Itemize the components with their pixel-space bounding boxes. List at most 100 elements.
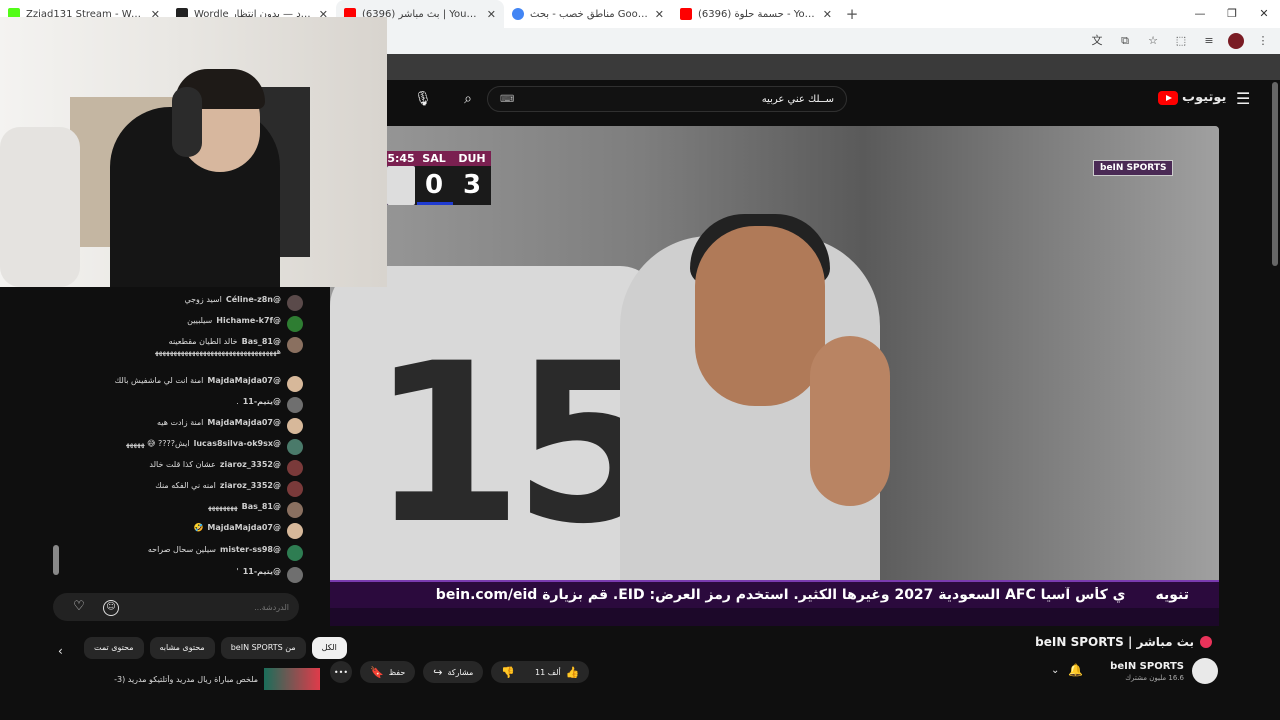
page-scrollbar[interactable] xyxy=(1272,82,1278,266)
dislike-icon[interactable]: 👎 xyxy=(491,666,525,679)
heart-icon[interactable]: ♡ xyxy=(71,600,87,616)
chat-username[interactable]: @ziaroz_3352 xyxy=(220,460,281,469)
share-label: مشاركة xyxy=(447,667,474,677)
away-score: 3 xyxy=(453,166,491,205)
chat-username[interactable]: @يتيم-11 xyxy=(243,397,281,406)
headphones-icon xyxy=(172,87,202,157)
chat-message-body: @يتيم-11. xyxy=(236,397,281,407)
chat-avatar[interactable] xyxy=(287,376,303,392)
tab-favicon-icon xyxy=(680,8,692,20)
emoji-icon[interactable]: ☺ xyxy=(103,600,119,616)
video-title: بث مباشر | beIN SPORTS xyxy=(1035,635,1212,649)
chat-text: سيلين سحال صراحه xyxy=(147,545,216,554)
chevron-down-icon[interactable]: ⌄ xyxy=(1051,665,1059,676)
chat-avatar[interactable] xyxy=(287,523,303,539)
recommended-video[interactable]: ملخص مباراة ريال مدريد وأتلتيكو مدريد (3… xyxy=(50,668,320,690)
chat-message-body: @ziaroz_3352 امنه ني الفكه منك xyxy=(155,481,281,491)
chat-username[interactable]: @MajdaMajda07 xyxy=(207,376,281,385)
save-button[interactable]: 🔖 حفظ xyxy=(360,661,416,683)
keyboard-icon[interactable]: ⌨ xyxy=(500,94,514,105)
chevron-left-icon[interactable]: ‹ xyxy=(58,644,63,658)
streamer-webcam xyxy=(0,17,387,287)
ticker-base-bar xyxy=(330,608,1219,626)
chat-username[interactable]: @Bas_81 xyxy=(242,337,281,346)
tab-close-icon[interactable]: ✕ xyxy=(823,8,832,21)
chat-username[interactable]: @lucas8silva-ok9sx xyxy=(194,439,281,448)
channel-text: beIN SPORTS 16.6 مليون مشترك xyxy=(1110,661,1184,682)
like-count: 11 ألف xyxy=(535,667,561,677)
chat-avatar[interactable] xyxy=(287,337,303,353)
chat-username[interactable]: @ziaroz_3352 xyxy=(220,481,281,490)
chat-username[interactable]: @Bas_81 xyxy=(242,502,281,511)
share-button[interactable]: ↪ مشاركة xyxy=(423,661,484,683)
channel-avatar[interactable] xyxy=(1192,658,1218,684)
tab-close-icon[interactable]: ✕ xyxy=(655,8,664,21)
search-box: ⌨ xyxy=(487,86,847,112)
minimize-button[interactable]: — xyxy=(1184,0,1216,28)
chat-avatar[interactable] xyxy=(287,316,303,332)
voice-search-icon[interactable]: 🎙 xyxy=(411,88,435,110)
chat-message-body: @lucas8silva-ok9sx ايش???? 😅 ﻬﻬﻬﻬﻬ xyxy=(126,439,281,449)
chat-avatar[interactable] xyxy=(287,481,303,497)
chat-username[interactable]: @يتيم-11 xyxy=(243,567,281,576)
chat-message: @Bas_81خالد الطيان مقطعينه ﻫﻬﻬﻬﻬﻬﻬﻬﻬﻬﻬﻬﻬ… xyxy=(81,337,303,357)
chat-username[interactable]: @MajdaMajda07 xyxy=(207,523,281,532)
bookmark-star-icon[interactable]: ☆ xyxy=(1144,32,1162,50)
translate-icon[interactable]: 文 xyxy=(1088,32,1106,50)
save-icon: 🔖 xyxy=(370,665,384,679)
chat-avatar[interactable] xyxy=(287,567,303,583)
chat-avatar[interactable] xyxy=(287,418,303,434)
chat-avatar[interactable] xyxy=(287,545,303,561)
browser-menu-icon[interactable]: ⋮ xyxy=(1254,32,1272,50)
chip-related[interactable]: محتوى مشابه xyxy=(149,637,215,659)
ticker-label: تنويه xyxy=(1155,587,1190,603)
logo-text: يوتيوب xyxy=(1182,90,1227,105)
profile-avatar[interactable] xyxy=(1228,33,1244,49)
chip-all[interactable]: الكل xyxy=(311,637,347,659)
chat-message-body: @mister-ss98 سيلين سحال صراحه xyxy=(148,545,281,555)
notification-bell-icon[interactable]: 🔔 xyxy=(1068,663,1083,677)
more-actions-button[interactable]: ••• xyxy=(330,661,352,683)
close-window-button[interactable]: ✕ xyxy=(1248,0,1280,28)
media-controls-icon[interactable]: ≡ xyxy=(1200,32,1218,50)
jersey-number-image: 15 xyxy=(370,316,666,572)
chip-watched[interactable]: محتوى تمت xyxy=(84,637,144,659)
chat-avatar[interactable] xyxy=(287,439,303,455)
maximize-button[interactable]: ❐ xyxy=(1216,0,1248,28)
browser-tab[interactable]: مناطق خصب - بحث Google ✕ xyxy=(504,0,672,28)
chat-input[interactable] xyxy=(63,602,289,612)
chat-avatar[interactable] xyxy=(287,460,303,476)
chip-from-channel[interactable]: من beIN SPORTS xyxy=(220,637,306,659)
browser-tab[interactable]: (6396) حسمة حلوة - YouTube ✕ xyxy=(672,0,840,28)
chat-message-body: @Bas_81خالد الطيان مقطعينه ﻫﻬﻬﻬﻬﻬﻬﻬﻬﻬﻬﻬﻬ… xyxy=(81,337,281,357)
cast-icon[interactable]: ⧉ xyxy=(1116,32,1134,50)
chat-username[interactable]: @Céline-z8n xyxy=(226,295,281,304)
video-player-hand xyxy=(810,336,890,506)
recommendation-chips: الكل من beIN SPORTS محتوى مشابه محتوى تم… xyxy=(84,637,347,659)
chat-username[interactable]: @MajdaMajda07 xyxy=(207,418,281,427)
chat-scrollbar[interactable] xyxy=(53,545,59,575)
chat-text: ﻬﻬﻬﻬﻬﻬﻬﻬ xyxy=(208,502,238,511)
extensions-icon[interactable]: ⬚ xyxy=(1172,32,1190,50)
news-ticker: تنويه ي كأس آسيا AFC السعودية 2027 وغيره… xyxy=(330,580,1219,608)
chat-text: 🤣 xyxy=(193,523,204,532)
chat-avatar[interactable] xyxy=(287,502,303,518)
tab-close-icon[interactable]: ✕ xyxy=(487,8,496,21)
chat-username[interactable]: @Hichame-k7f xyxy=(216,316,281,325)
chat-message: @يتيم-11. xyxy=(236,397,303,413)
chat-avatar[interactable] xyxy=(287,295,303,311)
search-input[interactable] xyxy=(514,93,834,105)
chat-message: @Bas_81 ﻬﻬﻬﻬﻬﻬﻬﻬ xyxy=(208,502,303,518)
chat-message: @ziaroz_3352 عشان كذا قلت خالد xyxy=(149,460,303,476)
chat-username[interactable]: @mister-ss98 xyxy=(220,545,281,554)
share-icon: ↪ xyxy=(433,665,443,679)
hamburger-menu-icon[interactable]: ☰ xyxy=(1236,89,1250,108)
chat-avatar[interactable] xyxy=(287,397,303,413)
channel-name[interactable]: beIN SPORTS xyxy=(1110,661,1184,672)
search-icon[interactable]: ⌕ xyxy=(456,88,480,110)
youtube-logo[interactable]: يوتيوب xyxy=(1158,90,1226,105)
like-button[interactable]: 11 ألف 👍 xyxy=(525,666,589,679)
chat-text: اسيد زوجي xyxy=(184,295,222,304)
new-tab-button[interactable]: + xyxy=(840,5,864,23)
chat-message: @ziaroz_3352 امنه ني الفكه منك xyxy=(155,481,303,497)
